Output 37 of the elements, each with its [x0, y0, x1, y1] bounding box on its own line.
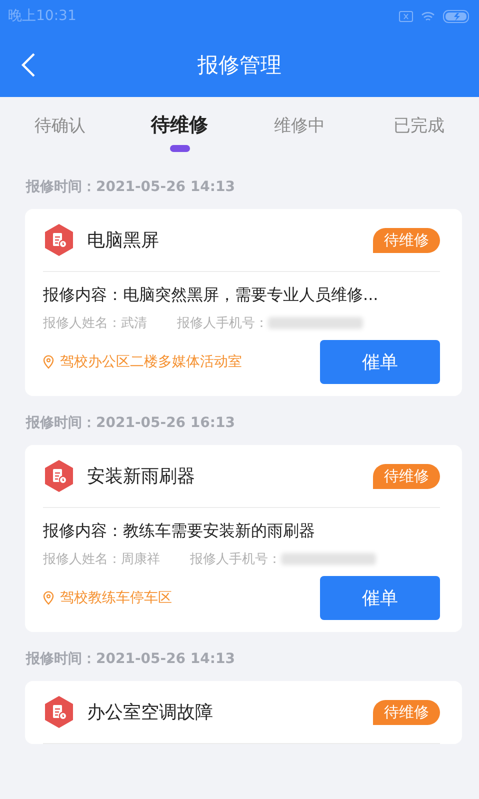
- status-badge: 待维修: [373, 228, 440, 252]
- order-title: 电脑黑屏: [87, 229, 160, 252]
- tab[interactable]: 待确认: [0, 97, 120, 160]
- reporter-name: 报修人姓名：周康祥: [43, 551, 160, 568]
- status-badge: 待维修: [373, 700, 440, 724]
- repair-order-icon: [43, 459, 75, 493]
- repair-content: 报修内容：教练车需要安装新的雨刷器: [43, 521, 316, 542]
- tab[interactable]: 维修中: [240, 97, 360, 160]
- location-text: 驾校办公区二楼多媒体活动室: [60, 353, 242, 371]
- order-card[interactable]: 电脑黑屏 待维修 报修内容：电脑突然黑屏，需要专业人员维修... 报修人姓名：武清 报修人手机号： 驾校办公区二楼多媒体活动室 催单: [25, 209, 462, 396]
- status-time: 晚上10:31: [8, 7, 76, 25]
- urge-button[interactable]: 催单: [320, 340, 440, 384]
- location-pin-icon: [43, 355, 54, 369]
- report-time: 报修时间：2021-05-26 14:13: [25, 650, 236, 669]
- status-badge: 待维修: [373, 464, 440, 488]
- sim-icon: [399, 10, 413, 22]
- tab[interactable]: 待维修: [120, 97, 240, 160]
- reporter-name: 报修人姓名：武清: [43, 315, 147, 332]
- location-text: 驾校教练车停车区: [60, 589, 172, 607]
- order-card[interactable]: 办公室空调故障 待维修: [25, 681, 462, 744]
- order-title: 办公室空调故障: [87, 701, 214, 724]
- wifi-icon: [421, 10, 435, 22]
- back-icon[interactable]: [20, 52, 36, 78]
- page-title: 报修管理: [198, 52, 282, 78]
- location-pin-icon: [43, 591, 54, 605]
- order-title: 安装新雨刷器: [87, 465, 196, 488]
- urge-button[interactable]: 催单: [320, 576, 440, 620]
- repair-order-icon: [43, 695, 75, 729]
- battery-icon: [443, 10, 471, 22]
- repair-order-icon: [43, 223, 75, 257]
- report-time: 报修时间：2021-05-26 14:13: [25, 178, 236, 197]
- phone-label: 报修人手机号：: [177, 315, 268, 332]
- repair-content: 报修内容：电脑突然黑屏，需要专业人员维修...: [43, 285, 380, 306]
- phone-label: 报修人手机号：: [190, 551, 281, 568]
- order-card[interactable]: 安装新雨刷器 待维修 报修内容：教练车需要安装新的雨刷器 报修人姓名：周康祥 报修人手机号： 驾校教练车停车区 催单: [25, 445, 462, 632]
- tab[interactable]: 已完成: [359, 97, 479, 160]
- report-time: 报修时间：2021-05-26 16:13: [25, 414, 236, 433]
